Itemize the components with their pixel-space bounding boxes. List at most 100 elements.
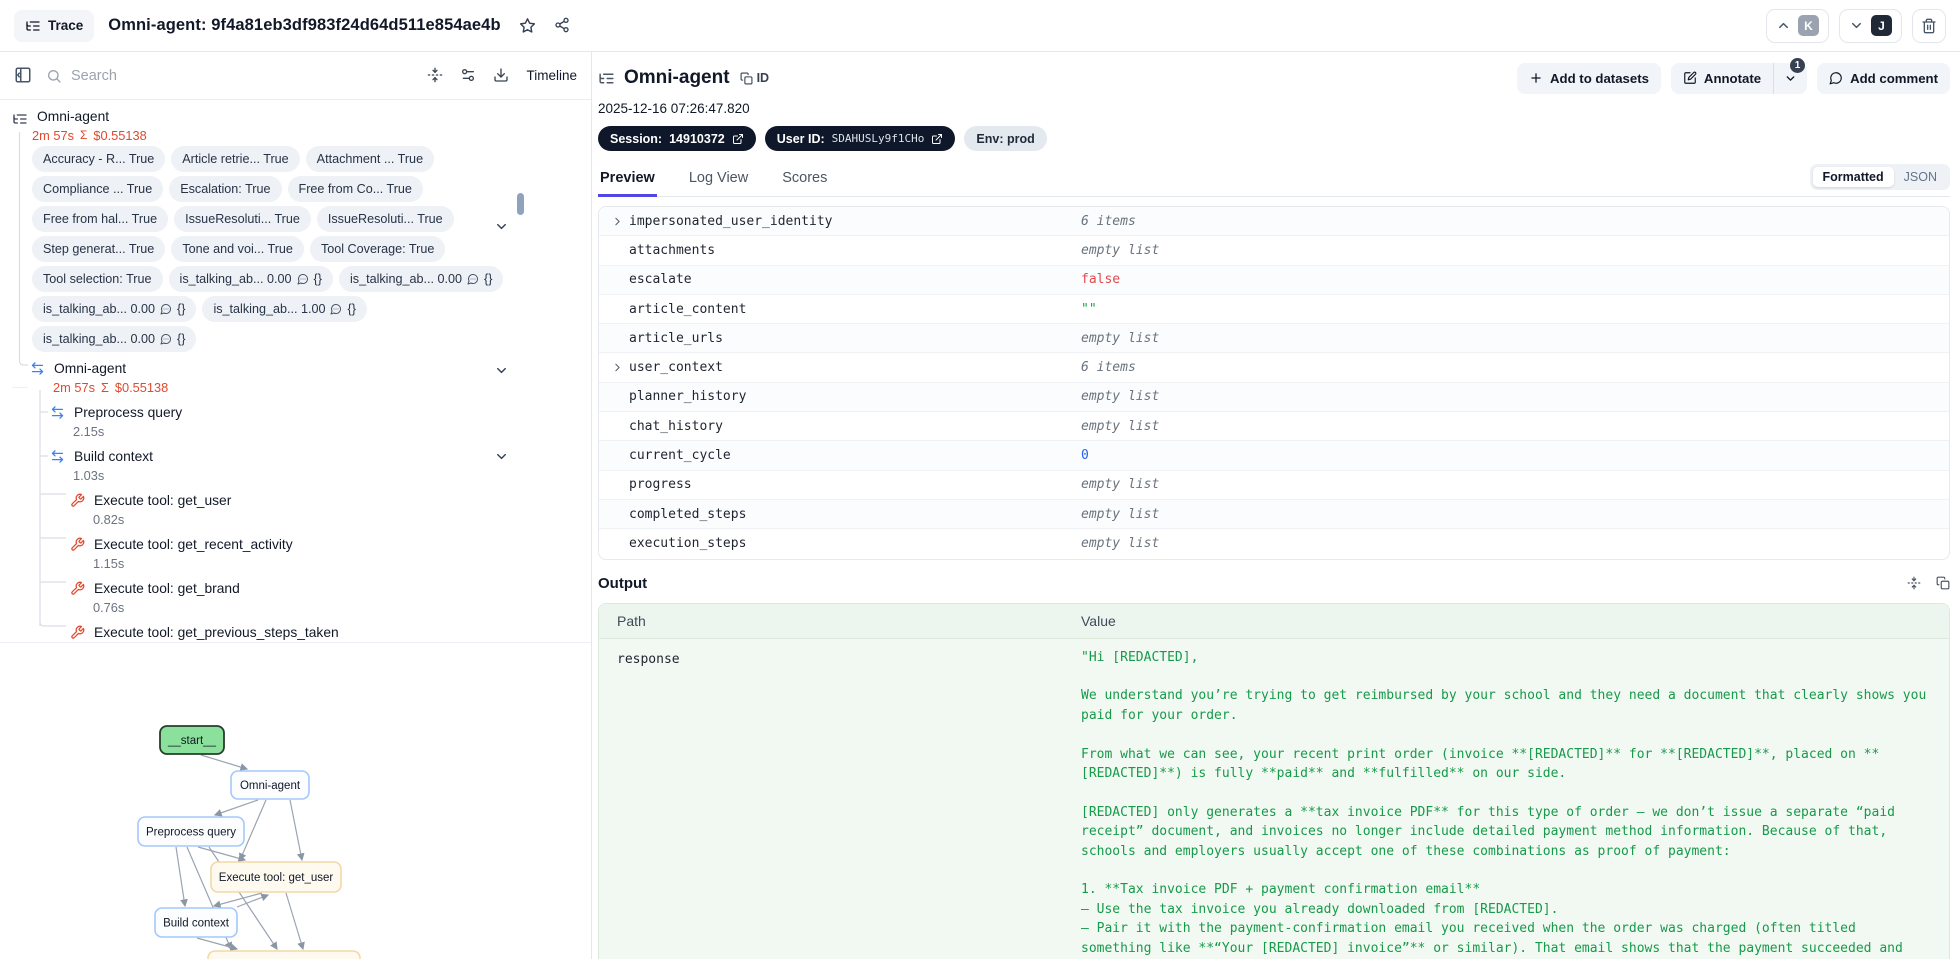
annotation-count-badge: 1: [1790, 58, 1805, 73]
trace-timestamp: 2025-12-16 07:26:47.820: [598, 101, 1950, 116]
graph-node[interactable]: Omni-agent: [231, 771, 309, 799]
row-key: execution_steps: [629, 536, 746, 551]
comment-icon: [467, 273, 479, 285]
graph-node[interactable]: Execute tool: get_user: [211, 862, 341, 892]
score-badge[interactable]: Step generat... True: [32, 236, 165, 262]
copy-output-button[interactable]: [1936, 575, 1950, 593]
delete-trace-button[interactable]: [1912, 9, 1946, 43]
table-row[interactable]: planner_historyempty list: [599, 383, 1949, 412]
chevron-down-icon[interactable]: [494, 448, 509, 466]
timeline-toggle[interactable]: Timeline: [526, 68, 577, 83]
score-badge[interactable]: Tool selection: True: [32, 266, 163, 292]
format-json-option[interactable]: JSON: [1894, 167, 1947, 187]
agent-graph-svg[interactable]: __start__Omni-agent Preprocess query Execu…: [0, 647, 592, 959]
comment-icon: [297, 273, 309, 285]
table-row[interactable]: completed_stepsempty list: [599, 500, 1949, 529]
annotate-dropdown-button[interactable]: 1: [1773, 63, 1807, 94]
table-row[interactable]: chat_history empty list: [599, 412, 1949, 441]
score-badge[interactable]: Article retrie... True: [171, 146, 299, 172]
span-duration: 2m 57sΣ$0.55138: [0, 378, 591, 396]
format-formatted-option[interactable]: Formatted: [1813, 167, 1894, 187]
row-key: planner_history: [629, 389, 746, 404]
graph-node[interactable]: [208, 951, 360, 959]
add-comment-button[interactable]: Add comment: [1817, 63, 1950, 94]
upvote-user-button[interactable]: K: [1766, 9, 1829, 43]
agent-graph: __start__Omni-agent Preprocess query Execu…: [0, 647, 592, 959]
tab-preview[interactable]: Preview: [598, 170, 657, 197]
table-row[interactable]: impersonated_user_identity6 items: [599, 207, 1949, 236]
score-badge[interactable]: Tool Coverage: True: [310, 236, 445, 262]
score-badge[interactable]: Free from hal... True: [32, 206, 168, 232]
score-badge[interactable]: Escalation: True: [169, 176, 281, 202]
span-row[interactable]: Execute tool: get_previous_steps_taken: [0, 622, 591, 642]
score-badge[interactable]: is_talking_ab... 1.00{}: [202, 296, 366, 322]
env-badge: Env: prod: [964, 126, 1046, 151]
tree-root-row[interactable]: Omni-agent: [0, 106, 591, 126]
span-row[interactable]: Execute tool: get_user: [0, 490, 591, 510]
format-toggle: Formatted JSON: [1810, 164, 1950, 190]
chevron-right-icon: [611, 361, 624, 374]
table-row[interactable]: article_urlsempty list: [599, 324, 1949, 353]
span-duration: 1.03s: [0, 466, 591, 484]
add-to-datasets-button[interactable]: Add to datasets: [1517, 63, 1661, 94]
table-row[interactable]: article_content"": [599, 295, 1949, 324]
annotate-button[interactable]: Annotate: [1671, 63, 1773, 94]
table-row[interactable]: execution_stepsempty list: [599, 529, 1949, 558]
chevron-down-icon[interactable]: [494, 218, 509, 236]
badge-row: Accuracy - R... TrueArticle retrie... Tr…: [32, 146, 502, 172]
score-badge[interactable]: is_talking_ab... 0.00{}: [169, 266, 333, 292]
table-row[interactable]: escalatefalse: [599, 266, 1949, 295]
tab-log-view[interactable]: Log View: [687, 170, 750, 196]
span-name: Execute tool: get_recent_activity: [94, 537, 293, 552]
span-row[interactable]: Execute tool: get_recent_activity: [0, 534, 591, 554]
chevron-down-icon[interactable]: [494, 362, 509, 380]
score-badge[interactable]: is_talking_ab... 0.00{}: [32, 326, 196, 352]
table-row[interactable]: progressempty list: [599, 471, 1949, 500]
score-badge[interactable]: Compliance ... True: [32, 176, 163, 202]
score-badge[interactable]: Tone and voi... True: [171, 236, 304, 262]
row-key: article_urls: [629, 331, 723, 346]
tab-scores[interactable]: Scores: [780, 170, 829, 196]
table-row[interactable]: current_cycle0: [599, 441, 1949, 470]
score-badge[interactable]: Free from Co... True: [288, 176, 423, 202]
search-icon: [46, 68, 62, 84]
row-value: empty list: [1081, 419, 1949, 434]
collapse-output-button[interactable]: [1907, 575, 1921, 593]
panel-left-icon: [14, 66, 32, 84]
session-badge[interactable]: Session: 14910372: [598, 126, 756, 151]
collapse-all-button[interactable]: [427, 67, 443, 85]
graph-edge: [198, 847, 245, 860]
download-button[interactable]: [493, 67, 509, 85]
table-row[interactable]: attachmentsempty list: [599, 236, 1949, 265]
score-badge[interactable]: IssueResoluti... True: [317, 206, 454, 232]
score-badge[interactable]: is_talking_ab... 0.00{}: [32, 296, 196, 322]
row-key: chat_history: [629, 419, 723, 434]
share-icon: [554, 17, 570, 33]
collapse-panel-button[interactable]: [14, 66, 32, 84]
user-id-badge[interactable]: User ID: SDAHUSLy9f1CHo: [765, 126, 956, 151]
score-badge[interactable]: Accuracy - R... True: [32, 146, 165, 172]
span-row[interactable]: Execute tool: get_brand: [0, 578, 591, 598]
list-tree-icon: [12, 100, 28, 388]
score-badge[interactable]: IssueResoluti... True: [174, 206, 311, 232]
graph-node[interactable]: __start__: [160, 726, 224, 754]
graph-node[interactable]: Preprocess query: [138, 817, 244, 846]
span-name: Preprocess query: [74, 405, 182, 420]
share-button[interactable]: [554, 17, 570, 35]
downvote-user-button[interactable]: J: [1839, 9, 1902, 43]
arrows-left-right-icon: [30, 361, 45, 376]
tree-scrollbar-thumb[interactable]: [517, 193, 524, 215]
copy-id-button[interactable]: ID: [740, 71, 770, 85]
trace-tree-sidebar: Search Timeline Omni-agent: [0, 52, 592, 959]
bookmark-star-button[interactable]: [519, 17, 536, 35]
search-input[interactable]: Search: [46, 68, 427, 84]
graph-node[interactable]: Build context: [155, 908, 237, 937]
score-badge[interactable]: Attachment ... True: [306, 146, 434, 172]
trace-label: Trace: [48, 18, 83, 33]
span-row[interactable]: Preprocess query: [0, 402, 591, 422]
table-row[interactable]: user_context6 items: [599, 353, 1949, 382]
wrench-icon: [70, 537, 85, 552]
score-badge[interactable]: is_talking_ab... 0.00{}: [339, 266, 503, 292]
fold-vertical-icon: [1907, 576, 1921, 590]
display-settings-button[interactable]: [460, 67, 476, 85]
